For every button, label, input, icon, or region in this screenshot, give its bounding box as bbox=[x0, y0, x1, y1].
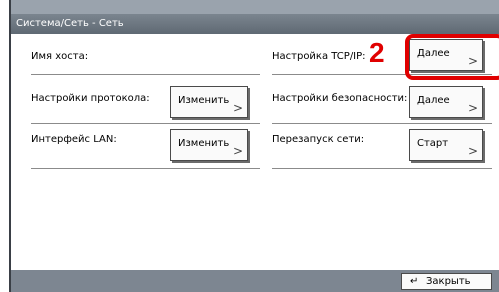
close-label: Закрыть bbox=[426, 276, 471, 287]
restart-start-label: Старт bbox=[417, 138, 449, 149]
restart-start-button[interactable]: Старт > bbox=[409, 129, 483, 161]
divider bbox=[31, 123, 260, 124]
security-next-label: Далее bbox=[417, 95, 450, 106]
lan-change-button[interactable]: Изменить > bbox=[170, 129, 248, 161]
protocol-change-button[interactable]: Изменить > bbox=[170, 86, 248, 118]
top-strip bbox=[11, 0, 499, 14]
protocol-change-label: Изменить bbox=[178, 95, 230, 106]
close-button[interactable]: ↵ Закрыть bbox=[401, 273, 492, 290]
step-number-annotation: 2 bbox=[369, 37, 385, 68]
security-next-button[interactable]: Далее > bbox=[409, 86, 483, 118]
network-restart-label: Перезапуск сети: bbox=[272, 134, 365, 145]
chevron-right-icon: > bbox=[467, 144, 478, 158]
window-title: Система/Сеть - Сеть bbox=[11, 14, 499, 34]
return-arrow-icon: ↵ bbox=[410, 276, 419, 287]
chevron-right-icon: > bbox=[232, 101, 243, 115]
chevron-right-icon: > bbox=[467, 101, 478, 115]
lan-change-label: Изменить bbox=[178, 138, 230, 149]
chevron-right-icon: > bbox=[232, 144, 243, 158]
divider bbox=[272, 168, 492, 169]
divider bbox=[31, 168, 260, 169]
divider bbox=[272, 123, 492, 124]
hostname-label: Имя хоста: bbox=[31, 51, 89, 62]
security-label: Настройки безопасности: bbox=[272, 93, 408, 104]
divider bbox=[31, 74, 260, 75]
tcpip-label: Настройка TCP/IP: bbox=[272, 51, 366, 62]
settings-window: Система/Сеть - Сеть Имя хоста: Настройка… bbox=[9, 0, 499, 292]
highlight-frame bbox=[405, 34, 499, 80]
protocol-label: Настройки протокола: bbox=[31, 93, 150, 104]
lan-interface-label: Интерфейс LAN: bbox=[31, 134, 117, 145]
